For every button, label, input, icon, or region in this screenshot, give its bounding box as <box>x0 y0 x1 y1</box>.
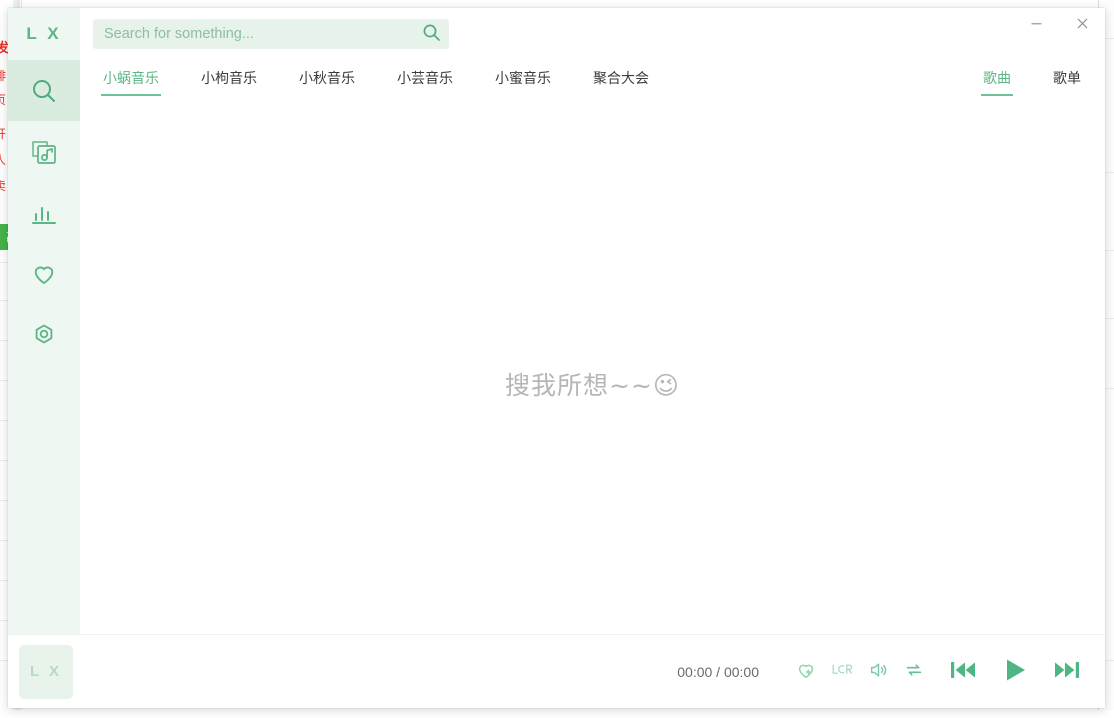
empty-state-message: 搜我所想~~😉 <box>80 366 1105 402</box>
sidebar-item-search[interactable] <box>8 60 80 121</box>
minimize-button[interactable] <box>1013 8 1059 42</box>
time-display: 00:00 / 00:00 <box>677 663 759 680</box>
tab-source-4[interactable]: 小蜜音乐 <box>485 64 561 94</box>
repeat-icon <box>903 659 925 684</box>
tab-playlists[interactable]: 歌单 <box>1043 64 1091 94</box>
search-submit-button[interactable] <box>419 22 443 46</box>
sidebar-item-settings[interactable] <box>8 304 80 365</box>
like-button[interactable] <box>789 655 823 689</box>
previous-track-icon <box>948 657 978 686</box>
result-type-tabs: 歌曲 歌单 <box>951 64 1091 96</box>
next-track-button[interactable] <box>1047 652 1087 692</box>
play-button[interactable] <box>993 650 1037 694</box>
empty-state-text: 搜我所想~~ <box>505 371 653 400</box>
next-track-icon <box>1052 657 1082 686</box>
music-album-icon <box>30 138 58 166</box>
gear-icon <box>30 321 58 349</box>
desktop-background: 发 排 页 开 人 卖 高 L X <box>0 0 1114 718</box>
search-icon <box>29 76 59 106</box>
player-controls: 00:00 / 00:00 <box>677 650 1087 694</box>
window-controls <box>1013 8 1105 60</box>
play-icon <box>1000 655 1030 688</box>
player-bar: L X 00:00 / 00:00 <box>8 634 1105 708</box>
results-stage: 搜我所想~~😉 <box>80 98 1105 634</box>
search-icon <box>422 23 441 45</box>
bar-chart-icon <box>30 199 58 227</box>
tab-source-3[interactable]: 小芸音乐 <box>387 64 463 94</box>
tabs-row: 小蜗音乐 小枸音乐 小秋音乐 小芸音乐 小蜜音乐 聚合大会 歌曲 歌单 <box>80 60 1105 98</box>
heart-icon <box>30 260 58 288</box>
window-body: L X Search for something... 小蜗音乐 小枸音乐 小秋… <box>8 8 1105 634</box>
sidebar: L X <box>8 8 80 634</box>
close-icon <box>1076 17 1089 33</box>
search-bar[interactable] <box>93 19 449 49</box>
tab-source-5[interactable]: 聚合大会 <box>583 64 659 94</box>
minimize-icon <box>1030 17 1043 33</box>
heart-plus-icon <box>795 659 817 684</box>
close-button[interactable] <box>1059 8 1105 42</box>
sidebar-item-leaderboard[interactable] <box>8 182 80 243</box>
sidebar-item-favorites[interactable] <box>8 243 80 304</box>
repeat-button[interactable] <box>897 655 931 689</box>
top-bar <box>80 8 1105 60</box>
source-tabs: 小蜗音乐 小枸音乐 小秋音乐 小芸音乐 小蜜音乐 聚合大会 <box>93 64 659 96</box>
tab-songs[interactable]: 歌曲 <box>973 64 1021 96</box>
lx-music-window: L X Search for something... 小蜗音乐 小枸音乐 小秋… <box>8 8 1105 708</box>
tab-source-0[interactable]: 小蜗音乐 <box>93 64 169 96</box>
wink-emoji: 😉 <box>652 371 680 400</box>
app-logo: L X <box>26 24 62 43</box>
lyrics-button[interactable] <box>825 655 859 689</box>
tab-source-2[interactable]: 小秋音乐 <box>289 64 365 94</box>
album-art-placeholder[interactable]: L X <box>19 644 73 699</box>
sidebar-item-music-library[interactable] <box>8 121 80 182</box>
volume-button[interactable] <box>861 655 895 689</box>
content-column: 小蜗音乐 小枸音乐 小秋音乐 小芸音乐 小蜜音乐 聚合大会 歌曲 歌单 <box>80 8 1105 634</box>
tab-source-1[interactable]: 小枸音乐 <box>191 64 267 94</box>
search-input[interactable] <box>93 19 449 49</box>
previous-track-button[interactable] <box>943 652 983 692</box>
lrc-icon <box>830 659 854 684</box>
volume-icon <box>867 659 890 684</box>
